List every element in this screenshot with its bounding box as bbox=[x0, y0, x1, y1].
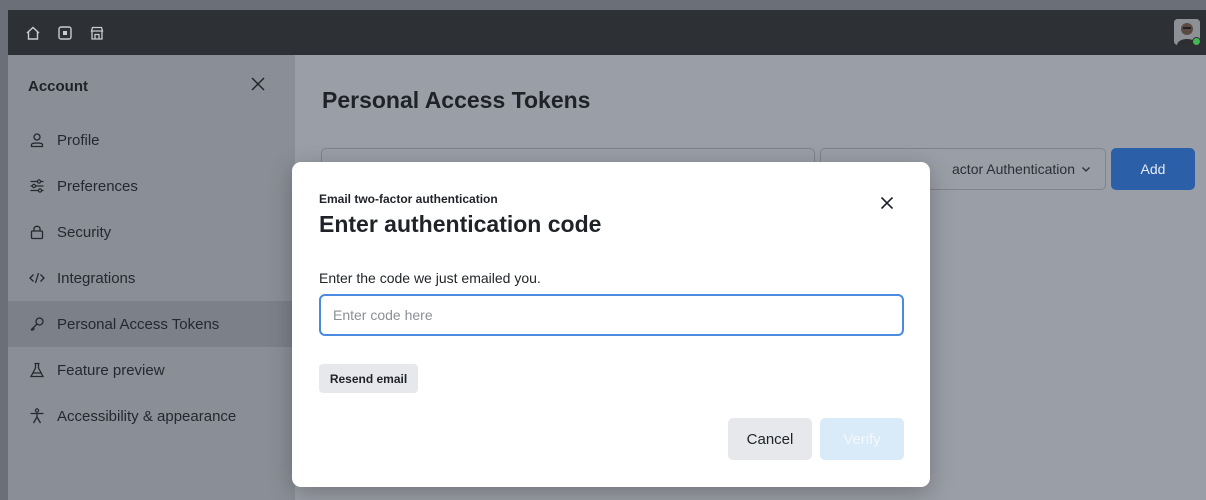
close-icon[interactable] bbox=[251, 77, 265, 96]
dashboard-icon[interactable] bbox=[56, 24, 74, 42]
sidebar-item-preferences[interactable]: Preferences bbox=[8, 163, 295, 209]
person-icon bbox=[28, 131, 46, 149]
sidebar-title: Account bbox=[28, 77, 88, 95]
flask-icon bbox=[28, 361, 46, 379]
two-factor-modal: Email two-factor authentication Enter au… bbox=[292, 162, 930, 487]
sidebar-item-label: Preferences bbox=[57, 177, 138, 195]
sidebar-item-label: Security bbox=[57, 223, 112, 241]
code-input[interactable] bbox=[319, 294, 904, 336]
avatar[interactable] bbox=[1174, 19, 1200, 45]
code-icon bbox=[28, 269, 46, 287]
sidebar-item-feature-preview[interactable]: Feature preview bbox=[8, 347, 295, 393]
key-icon bbox=[28, 315, 46, 333]
modal-kicker: Email two-factor authentication bbox=[319, 192, 498, 206]
resend-email-button[interactable]: Resend email bbox=[319, 364, 418, 393]
close-icon[interactable] bbox=[875, 191, 899, 215]
add-button[interactable]: Add bbox=[1111, 148, 1195, 190]
online-status-icon bbox=[1192, 37, 1200, 45]
page-title: Personal Access Tokens bbox=[322, 87, 591, 113]
sliders-icon bbox=[28, 177, 46, 195]
sidebar-item-label: Profile bbox=[57, 131, 100, 149]
accessibility-icon bbox=[28, 407, 46, 425]
select-value: actor Authentication bbox=[952, 161, 1075, 177]
sidebar-item-profile[interactable]: Profile bbox=[8, 117, 295, 163]
sidebar-item-label: Feature preview bbox=[57, 361, 165, 379]
sidebar-item-label: Accessibility & appearance bbox=[57, 407, 237, 425]
cancel-button[interactable]: Cancel bbox=[728, 418, 812, 460]
sidebar-header: Account bbox=[8, 55, 295, 117]
sidebar-item-label: Personal Access Tokens bbox=[57, 315, 220, 333]
lock-icon bbox=[28, 223, 46, 241]
store-icon[interactable] bbox=[88, 24, 106, 42]
sidebar-item-integrations[interactable]: Integrations bbox=[8, 255, 295, 301]
code-input-label: Enter the code we just emailed you. bbox=[319, 270, 541, 286]
verify-button[interactable]: Verify bbox=[820, 418, 904, 460]
sidebar-item-personal-access-tokens[interactable]: Personal Access Tokens bbox=[8, 301, 295, 347]
modal-title: Enter authentication code bbox=[319, 211, 602, 237]
account-sidebar: Account Profile Preferences Security Int… bbox=[8, 55, 295, 500]
home-icon[interactable] bbox=[24, 24, 42, 42]
top-bar bbox=[8, 10, 1206, 55]
sidebar-item-accessibility[interactable]: Accessibility & appearance bbox=[8, 393, 295, 439]
sidebar-item-label: Integrations bbox=[57, 269, 136, 287]
chevron-down-icon bbox=[1081, 164, 1091, 174]
sidebar-item-security[interactable]: Security bbox=[8, 209, 295, 255]
